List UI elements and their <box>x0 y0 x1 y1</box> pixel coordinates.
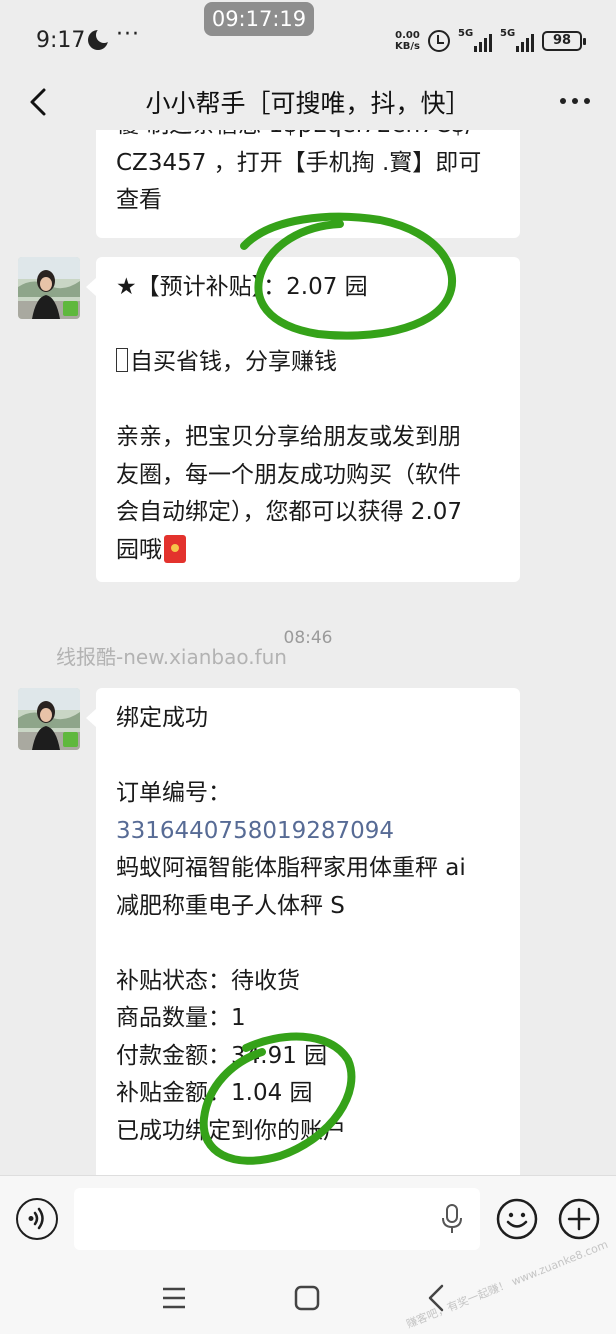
message-line: 亲亲，把宝贝分享给朋友或发到朋 <box>116 424 461 450</box>
message-text: 园哦 <box>116 536 162 563</box>
message-bubble[interactable]: ★【预计补贴】：2.07 园 自买省钱，分享赚钱 亲亲，把宝贝分享给朋友或发到朋… <box>96 257 520 582</box>
message-line: 订单编号： <box>116 780 231 806</box>
signal-label: 5G <box>458 28 474 39</box>
message-line: ★【预计补贴】：2.07 园 <box>116 274 368 300</box>
avatar[interactable] <box>18 257 80 319</box>
message-bubble[interactable]: 绑定成功 订单编号： 3316440758019287094 蚂蚁阿福智能体脂秤… <box>96 688 520 1175</box>
voice-waves-icon <box>28 1207 44 1230</box>
screenshot-time-overlay: 09:17:19 <box>204 2 314 36</box>
message-line: 已成功绑定到你的账户 <box>116 1117 346 1144</box>
microphone-icon[interactable] <box>440 1204 464 1234</box>
bubble-tail <box>86 278 96 296</box>
avatar[interactable] <box>18 688 80 750</box>
message-line: 补贴金额：1.04 园 <box>116 1080 313 1106</box>
chat-title: 小小帮手［可搜唯，抖，快］ <box>145 89 471 118</box>
status-time: 9:17 <box>36 28 86 53</box>
dnd-moon-icon <box>88 27 112 50</box>
home-square-icon[interactable] <box>294 1285 320 1311</box>
signal-label-2: 5G <box>500 28 516 39</box>
message-line: 绑定成功 <box>116 705 208 731</box>
avatar-photo-icon <box>18 257 80 319</box>
message-input[interactable] <box>74 1188 480 1250</box>
message-line: 会自动绑定），您都可以获得 2.07 <box>116 499 463 525</box>
status-indicators: 0.00 KB/s 5G 5G 98 <box>395 26 586 56</box>
message-line: 自买省钱，分享赚钱 <box>116 344 500 382</box>
signal-icon-2: 5G <box>500 28 534 52</box>
order-number-link[interactable]: 3316440758019287094 <box>116 813 500 851</box>
red-envelope-icon <box>164 534 186 563</box>
network-speed-unit: KB/s <box>395 41 420 52</box>
message-line: 园哦 <box>116 532 500 570</box>
message-line: 蚂蚁阿福智能体脂秤家用体重秤 ai <box>116 855 466 881</box>
back-arrow-icon[interactable] <box>22 84 58 120</box>
message-line: 友圈，每一个朋友成功购买（软件 <box>116 461 461 488</box>
chat-message-list[interactable]: 覆 制这条信息 1$pEqel72en7C$/ CZ3457 ，打开【手机掏 .… <box>0 130 616 1175</box>
watermark: 线报酷-new.xianbao.fun <box>56 645 287 669</box>
status-bar: 9:17 ··· 09:17:19 0.00 KB/s 5G 5G 98 <box>0 0 616 74</box>
message-bubble[interactable]: 覆 制这条信息 1$pEqel72en7C$/ CZ3457 ，打开【手机掏 .… <box>96 130 520 238</box>
battery-icon: 98 <box>542 31 586 51</box>
bubble-tail <box>86 709 96 727</box>
status-more-indicator: ··· <box>116 22 140 47</box>
chat-header: 小小帮手［可搜唯，抖，快］ <box>0 74 616 130</box>
placeholder-glyph-icon <box>116 348 128 372</box>
message-line: 付款金额：34.91 园 <box>116 1042 328 1069</box>
network-speed-value: 0.00 <box>395 30 420 41</box>
more-options-icon[interactable] <box>560 98 590 104</box>
more-functions-plus-icon[interactable] <box>558 1198 600 1240</box>
voice-input-button[interactable] <box>16 1198 58 1240</box>
message-line: CZ3457 ，打开【手机掏 .寳】即可 <box>116 149 482 176</box>
message-line: 商品数量：1 <box>116 1005 246 1031</box>
message-input-bar <box>0 1175 616 1261</box>
message-line: 减肥称重电子人体秤 S <box>116 892 345 919</box>
emoji-button-icon[interactable] <box>496 1198 538 1240</box>
message-text: 自买省钱，分享赚钱 <box>130 349 337 375</box>
message-line: 补贴状态：待收货 <box>116 967 300 994</box>
message-line: 覆 制这条信息 1$pEqel72en7C$/ <box>116 130 500 145</box>
signal-icon: 5G <box>458 28 492 52</box>
message-line: 查看 <box>116 187 162 213</box>
avatar-photo-icon <box>18 688 80 750</box>
recent-apps-menu-icon[interactable] <box>160 1285 188 1311</box>
alarm-icon <box>428 30 450 52</box>
network-speed: 0.00 KB/s <box>395 30 420 52</box>
